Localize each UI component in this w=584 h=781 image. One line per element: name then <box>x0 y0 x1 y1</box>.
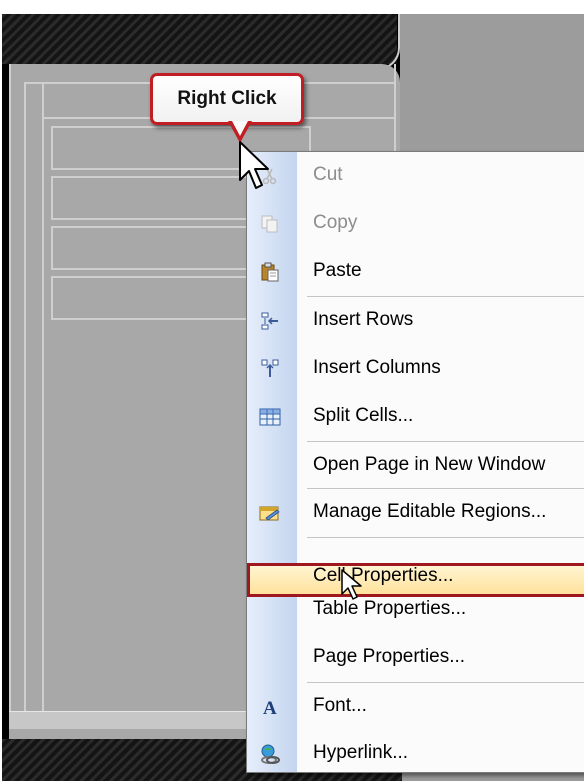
mouse-pointer-icon <box>239 141 269 189</box>
menu-item-insert-rows[interactable]: Insert Rows <box>247 297 584 345</box>
template-rounded-corner <box>342 14 400 70</box>
menu-item-label: Cell Properties... <box>313 565 454 586</box>
template-column-divider <box>24 84 26 712</box>
menu-item-manage-editable-regions[interactable]: Manage Editable Regions... <box>247 489 584 537</box>
menu-item-label: Open Page in New Window <box>313 454 546 475</box>
menu-item-label: Manage Editable Regions... <box>313 501 547 522</box>
menu-item-open-page-new-window[interactable]: Open Page in New Window <box>247 442 584 490</box>
menu-item-cell-properties[interactable]: Cell Properties... <box>247 563 584 597</box>
mouse-pointer-icon <box>341 569 362 600</box>
menu-separator <box>307 537 584 538</box>
context-menu: Cut Copy Paste Insert Rows Insert Column… <box>246 151 584 773</box>
editable-regions-icon <box>259 504 281 522</box>
menu-item-label: Hyperlink... <box>313 742 409 763</box>
menu-item-copy[interactable]: Copy <box>247 200 584 248</box>
menu-item-paste[interactable]: Paste <box>247 248 584 296</box>
menu-item-label: Insert Rows <box>313 309 414 330</box>
menu-item-split-cells[interactable]: Split Cells... <box>247 393 584 441</box>
insert-columns-icon <box>259 359 281 378</box>
copy-icon <box>259 215 281 233</box>
paste-icon <box>259 262 281 282</box>
menu-item-label: Copy <box>313 212 358 233</box>
menu-item-label: Split Cells... <box>313 405 414 426</box>
insert-rows-icon <box>259 312 281 330</box>
menu-item-hyperlink[interactable]: Hyperlink... <box>247 730 584 772</box>
font-icon: A <box>259 698 281 717</box>
hyperlink-icon <box>259 744 281 764</box>
menu-item-label: Page Properties... <box>313 646 466 667</box>
menu-item-label: Table Properties... <box>313 598 467 619</box>
callout-label: Right Click <box>177 88 277 109</box>
menu-item-label: Font... <box>313 695 367 716</box>
menu-item-cut[interactable]: Cut <box>247 152 584 200</box>
menu-item-label: Insert Columns <box>313 357 441 378</box>
callout-pointer-inner <box>232 121 248 136</box>
menu-item-label: Paste <box>313 260 362 281</box>
template-left-border <box>9 64 11 714</box>
menu-item-insert-columns[interactable]: Insert Columns <box>247 345 584 393</box>
split-cells-icon <box>259 408 281 426</box>
menu-item-font[interactable]: A Font... <box>247 683 584 731</box>
hatched-background-top <box>2 14 397 64</box>
menu-item-label: Cut <box>313 164 343 185</box>
menu-item-page-properties[interactable]: Page Properties... <box>247 634 584 682</box>
template-column-divider <box>42 84 44 712</box>
right-click-callout: Right Click <box>150 73 304 125</box>
svg-text:A: A <box>263 698 277 717</box>
